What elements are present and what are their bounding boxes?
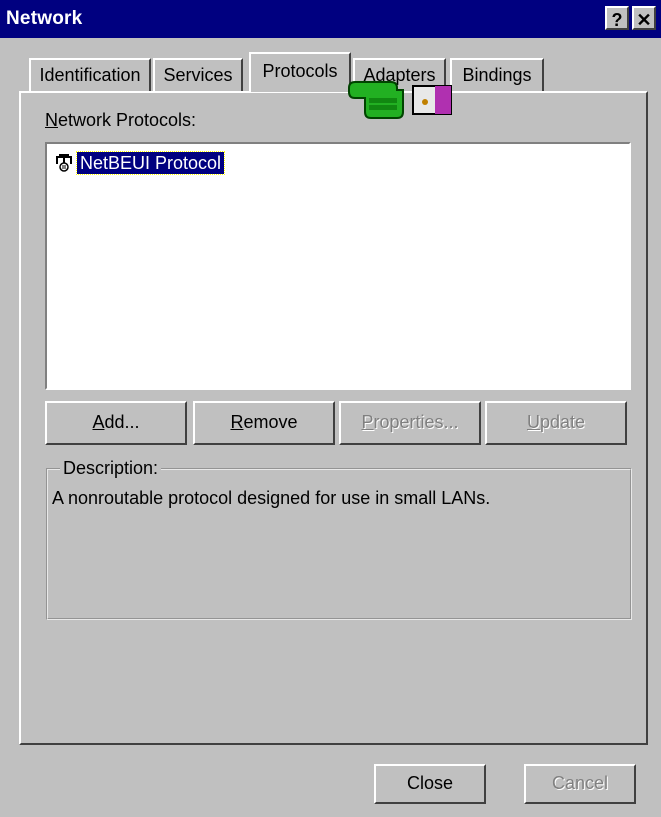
hand-pointer-icon <box>348 81 452 119</box>
update-button[interactable]: Update <box>485 401 627 445</box>
description-group: Description: A nonroutable protocol desi… <box>46 458 632 620</box>
protocols-listbox[interactable]: NetBEUI Protocol <box>45 142 631 390</box>
properties-button-label: Properties... <box>361 412 459 432</box>
tab-services[interactable]: Services <box>153 58 243 92</box>
help-icon: ? <box>611 10 623 30</box>
cancel-button-label: Cancel <box>551 773 609 793</box>
properties-button[interactable]: Properties... <box>339 401 481 445</box>
add-button[interactable]: Add... <box>45 401 187 445</box>
close-icon: ✕ <box>636 10 652 30</box>
help-button[interactable]: ? <box>605 6 629 30</box>
remove-button[interactable]: Remove <box>193 401 335 445</box>
description-legend: Description: <box>60 458 162 479</box>
close-button-label: Close <box>406 773 454 793</box>
close-window-button[interactable]: ✕ <box>632 6 656 30</box>
window-title: Network <box>6 8 83 29</box>
update-button-label: Update <box>526 412 586 432</box>
tab-protocols[interactable]: Protocols <box>249 52 351 92</box>
network-protocol-icon <box>56 154 72 172</box>
network-protocols-label: Network Protocols: <box>45 110 196 131</box>
tab-identification[interactable]: Identification <box>29 58 151 92</box>
protocol-name: NetBEUI Protocol <box>75 151 226 175</box>
description-text: A nonroutable protocol designed for use … <box>52 488 491 508</box>
close-button[interactable]: Close <box>374 764 486 804</box>
tab-bindings[interactable]: Bindings <box>450 58 544 92</box>
add-button-label: Add... <box>92 412 140 432</box>
cancel-button[interactable]: Cancel <box>524 764 636 804</box>
remove-button-label: Remove <box>230 412 298 432</box>
title-bar: Network ? ✕ <box>0 0 661 38</box>
network-protocols-label-text: Network Protocols: <box>45 110 197 130</box>
list-item[interactable]: NetBEUI Protocol <box>53 151 226 175</box>
